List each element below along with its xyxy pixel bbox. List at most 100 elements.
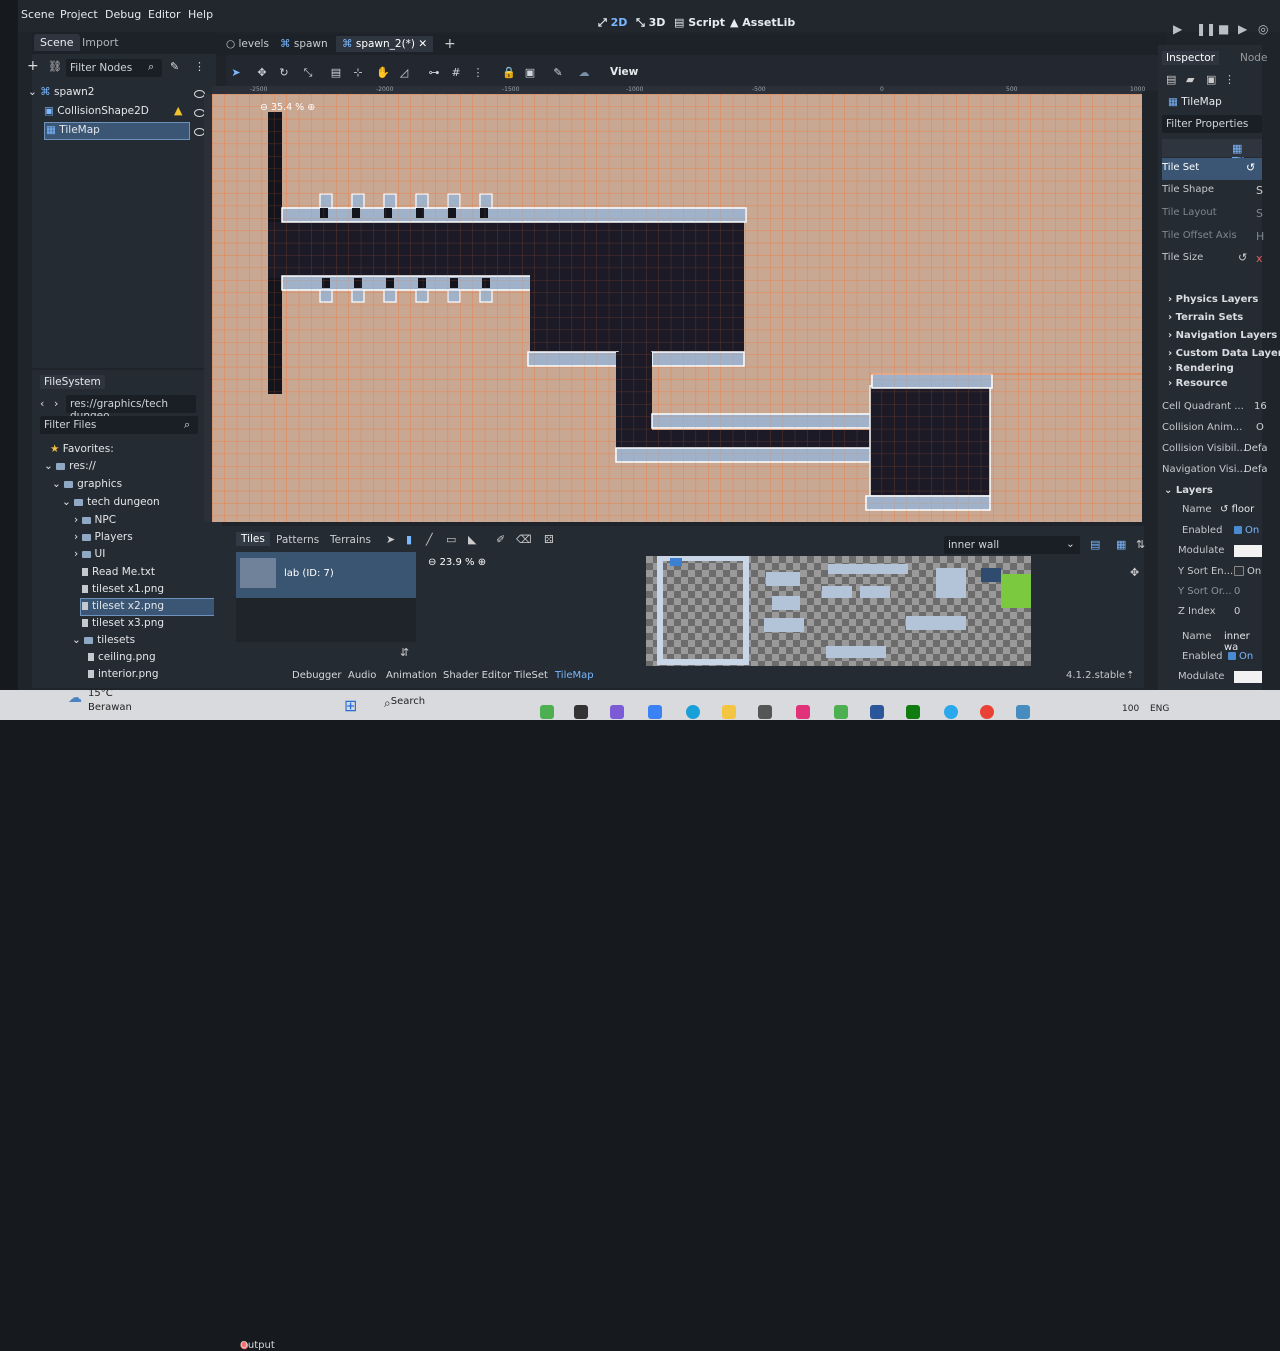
- taskbar-app-icon[interactable]: [540, 705, 554, 719]
- link-icon[interactable]: ⛓: [48, 60, 62, 73]
- sort-icon[interactable]: ⇵: [400, 646, 409, 659]
- mode-assetlib-button[interactable]: ▲ AssetLib: [730, 16, 795, 29]
- atlas-zoom[interactable]: ⊖ 23.9 % ⊕: [428, 557, 486, 568]
- prop-collision-visibility[interactable]: Collision Visibil...: [1162, 443, 1246, 454]
- language-indicator[interactable]: ENG: [1150, 704, 1169, 714]
- layer1-modulate-color[interactable]: [1234, 671, 1262, 683]
- filter-files-input[interactable]: Filter Files: [40, 416, 198, 434]
- tab-shader-editor[interactable]: Shader Editor: [443, 670, 511, 681]
- folder-graphics[interactable]: ⌄ graphics: [52, 478, 122, 490]
- line-icon[interactable]: ╱: [426, 533, 433, 546]
- tab-debugger[interactable]: Debugger: [292, 670, 342, 681]
- bone-icon[interactable]: ✎: [552, 67, 564, 79]
- telegram-icon[interactable]: [944, 705, 958, 719]
- godot-icon[interactable]: [1016, 705, 1030, 719]
- prop-tile-offset-axis[interactable]: Tile Offset Axis: [1162, 230, 1237, 241]
- rotate-tool-icon[interactable]: ↻: [278, 67, 290, 79]
- taskbar-app-icon[interactable]: [796, 705, 810, 719]
- file-readme[interactable]: Read Me.txt: [82, 566, 155, 578]
- tab-animation[interactable]: Animation: [386, 670, 437, 681]
- tree-node-tilemap[interactable]: ▦ TileMap: [46, 124, 100, 136]
- add-tab-icon[interactable]: +: [444, 36, 456, 52]
- ruler-tool-icon[interactable]: ◿: [398, 67, 410, 79]
- canvas-viewport[interactable]: [212, 94, 1142, 522]
- path-field[interactable]: res://graphics/tech dungeo: [66, 395, 196, 422]
- folder-icon[interactable]: [722, 705, 736, 719]
- layer0-ysort-checkbox[interactable]: On: [1234, 566, 1261, 577]
- new-resource-icon[interactable]: ▤: [1166, 73, 1176, 86]
- word-icon[interactable]: [870, 705, 884, 719]
- section-rendering[interactable]: › Rendering: [1168, 363, 1234, 374]
- layer0-zindex[interactable]: 0: [1234, 606, 1240, 617]
- scene-tab-levels[interactable]: ○ levels: [226, 38, 269, 50]
- play-scene-icon[interactable]: ▶: [1238, 22, 1247, 36]
- toggle-panel-icon[interactable]: ⇅: [1136, 538, 1145, 551]
- menu-project[interactable]: Project: [60, 8, 98, 21]
- weather-desc[interactable]: Berawan: [88, 702, 132, 713]
- taskbar-app-icon[interactable]: [758, 705, 772, 719]
- scale-tool-icon[interactable]: ⤡: [302, 67, 314, 79]
- zoom-level-label[interactable]: ⊖ 35.4 % ⊕: [260, 102, 315, 113]
- layer0-name-field[interactable]: ↺ floor: [1220, 504, 1254, 515]
- file-tileset-x2[interactable]: tileset x2.png: [82, 600, 164, 612]
- menu-help[interactable]: Help: [188, 8, 213, 21]
- res-root-item[interactable]: ⌄ res://: [44, 460, 96, 472]
- file-tileset-x1[interactable]: tileset x1.png: [82, 583, 164, 595]
- menu-debug[interactable]: Debug: [105, 8, 141, 21]
- weather-temp[interactable]: 15°C: [88, 688, 113, 699]
- tab-tiles[interactable]: Tiles: [236, 532, 270, 546]
- tab-terrains[interactable]: Terrains: [330, 534, 371, 546]
- taskbar-app-icon[interactable]: [834, 705, 848, 719]
- pause-icon[interactable]: ❚❚: [1196, 22, 1216, 36]
- smart-snap-icon[interactable]: ⊶: [428, 67, 440, 79]
- folder-tilesets[interactable]: ⌄ tilesets: [72, 634, 135, 646]
- move-tool-icon[interactable]: ✥: [256, 67, 268, 79]
- section-resource[interactable]: › Resource: [1168, 378, 1228, 389]
- prop-tile-size[interactable]: Tile Size: [1162, 252, 1203, 263]
- group-icon[interactable]: ▣: [524, 67, 536, 79]
- layer-select[interactable]: inner wall ⌄: [944, 536, 1080, 554]
- tile-source-item[interactable]: lab (ID: 7): [236, 552, 416, 598]
- file-ceiling[interactable]: ceiling.png: [88, 651, 156, 663]
- tree-node-spawn2[interactable]: ⌄ ⌘ spawn2: [28, 86, 94, 98]
- prop-tile-layout[interactable]: Tile Layout: [1162, 207, 1217, 218]
- layer1-enabled-checkbox[interactable]: On: [1228, 651, 1253, 662]
- pin-icon[interactable]: ⇡: [1126, 670, 1134, 681]
- pan-tool-icon[interactable]: ✋: [376, 67, 390, 79]
- paint-icon[interactable]: ▮: [406, 533, 412, 546]
- prop-tile-shape[interactable]: Tile Shape: [1162, 184, 1214, 195]
- layer0-ysort-origin[interactable]: 0: [1234, 586, 1240, 597]
- layer0-modulate-color[interactable]: [1234, 545, 1262, 557]
- grid-toggle-icon[interactable]: ▦: [1116, 538, 1126, 551]
- tab-node[interactable]: Node: [1240, 52, 1267, 64]
- file-tileset-x3[interactable]: tileset x3.png: [82, 617, 164, 629]
- section-custom-data[interactable]: › Custom Data Layer: [1168, 348, 1280, 359]
- revert-icon[interactable]: ↺: [1238, 251, 1247, 264]
- pivot-tool-icon[interactable]: ⊹: [352, 67, 364, 79]
- snap-options-icon[interactable]: ⋮: [472, 67, 484, 79]
- rect-icon[interactable]: ▭: [446, 533, 456, 546]
- prop-collision-anim[interactable]: Collision Anim...: [1162, 422, 1242, 433]
- menu-scene[interactable]: Scene: [21, 8, 55, 21]
- add-node-icon[interactable]: +: [27, 58, 39, 74]
- section-layers[interactable]: ⌄ Layers: [1164, 485, 1213, 496]
- movie-icon[interactable]: ◎: [1258, 22, 1268, 36]
- tab-tileset[interactable]: TileSet: [514, 670, 548, 681]
- tab-inspector[interactable]: Inspector: [1162, 51, 1219, 65]
- chrome-icon[interactable]: [980, 705, 994, 719]
- tab-scene[interactable]: Scene: [34, 34, 80, 51]
- lock-icon[interactable]: 🔒: [502, 67, 516, 79]
- prop-cell-quadrant[interactable]: Cell Quadrant ...: [1162, 401, 1244, 412]
- section-physics-layers[interactable]: › Physics Layers: [1168, 294, 1258, 305]
- layer-highlight-icon[interactable]: ▤: [1090, 538, 1100, 551]
- section-terrain-sets[interactable]: › Terrain Sets: [1168, 312, 1243, 323]
- layer0-enabled-checkbox[interactable]: On: [1234, 525, 1259, 536]
- folder-npc[interactable]: › NPC: [74, 514, 116, 526]
- taskbar-app-icon[interactable]: [610, 705, 624, 719]
- stop-icon[interactable]: ■: [1218, 22, 1229, 36]
- scene-tab-spawn2[interactable]: ⌘ spawn_2(*) ✕: [336, 36, 434, 52]
- grid-snap-icon[interactable]: #: [450, 67, 462, 79]
- prop-navigation-visibility[interactable]: Navigation Visi...: [1162, 464, 1246, 475]
- cloud-icon[interactable]: ☁: [578, 67, 590, 79]
- taskbar-search[interactable]: ⌕ Search: [384, 696, 425, 711]
